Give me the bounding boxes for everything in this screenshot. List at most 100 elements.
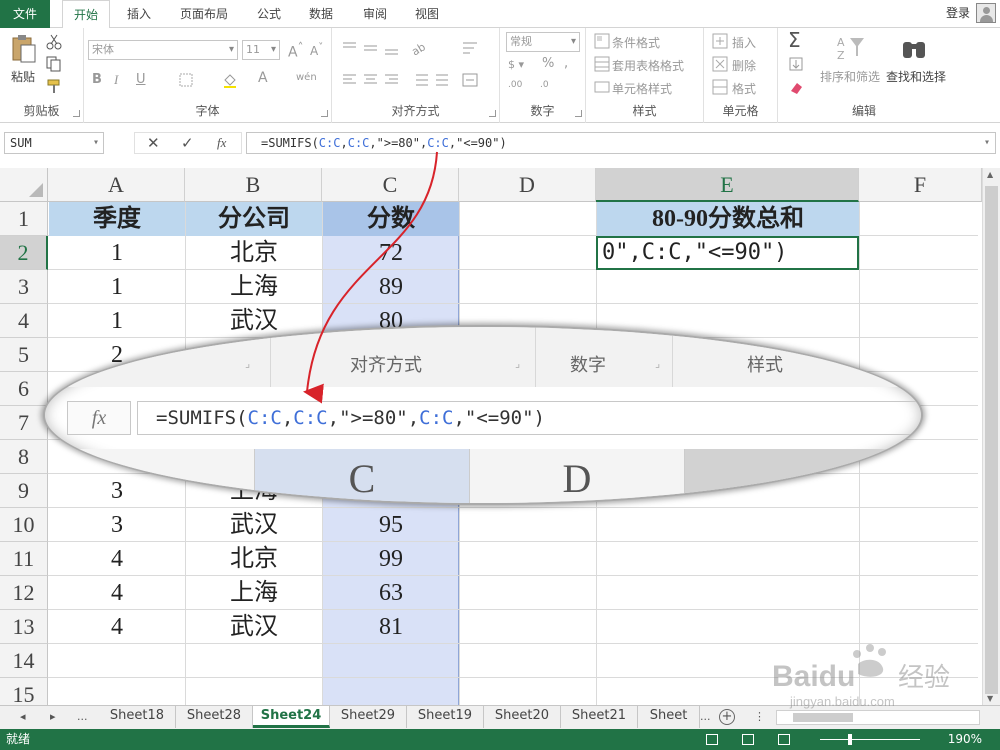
cell-c2[interactable]: 72 bbox=[323, 236, 459, 270]
find-select-icon[interactable] bbox=[900, 34, 928, 62]
shrink-font-icon[interactable]: A˅ bbox=[310, 42, 323, 58]
enter-icon[interactable]: ✓ bbox=[181, 133, 194, 153]
tab-data[interactable]: 数据 bbox=[298, 0, 344, 28]
delete-cells-button[interactable]: 删除 bbox=[732, 57, 756, 74]
sheet-prev-icon[interactable]: ◂ bbox=[20, 708, 26, 726]
italic-icon[interactable]: I bbox=[114, 72, 118, 88]
column-header-c[interactable]: C bbox=[322, 168, 459, 202]
copy-icon[interactable] bbox=[46, 56, 62, 72]
insert-cells-button[interactable]: 插入 bbox=[732, 34, 756, 51]
number-format-dropdown[interactable]: 常规 bbox=[506, 32, 580, 52]
name-box[interactable]: SUM bbox=[4, 132, 104, 154]
cell-c3[interactable]: 89 bbox=[323, 270, 459, 304]
cell-a12[interactable]: 4 bbox=[49, 576, 185, 610]
vertical-scrollbar[interactable] bbox=[982, 168, 1000, 705]
cell-b12[interactable]: 上海 bbox=[186, 576, 322, 610]
decrease-decimal-icon[interactable]: .0 bbox=[540, 80, 549, 90]
alignment-launcher-icon[interactable] bbox=[489, 110, 496, 117]
paste-icon[interactable] bbox=[10, 34, 38, 64]
tab-insert[interactable]: 插入 bbox=[116, 0, 162, 28]
row-header-7[interactable]: 7 bbox=[0, 406, 48, 440]
user-avatar-icon[interactable] bbox=[976, 3, 996, 23]
underline-icon[interactable]: U bbox=[136, 72, 146, 87]
column-header-e[interactable]: E bbox=[596, 168, 859, 202]
clear-icon[interactable] bbox=[788, 80, 804, 96]
cell-e1[interactable]: 80-90分数总和 bbox=[597, 202, 859, 236]
column-header-f[interactable]: F bbox=[859, 168, 982, 202]
fill-color-icon[interactable] bbox=[222, 72, 238, 88]
zoom-level[interactable]: 190% bbox=[948, 729, 982, 750]
page-layout-view-icon[interactable] bbox=[742, 734, 754, 745]
insert-function-icon[interactable]: fx bbox=[217, 133, 226, 153]
sheet-tab-sheet24[interactable]: Sheet24 bbox=[253, 706, 330, 728]
cell-a11[interactable]: 4 bbox=[49, 542, 185, 576]
tab-view[interactable]: 视图 bbox=[404, 0, 450, 28]
font-size-dropdown[interactable]: 11 bbox=[242, 40, 280, 60]
sheet-tab-sheet21[interactable]: Sheet21 bbox=[561, 706, 638, 728]
horizontal-align-icons[interactable] bbox=[342, 72, 402, 88]
cell-a3[interactable]: 1 bbox=[49, 270, 185, 304]
row-header-13[interactable]: 13 bbox=[0, 610, 48, 644]
sheet-tab-sheet20[interactable]: Sheet20 bbox=[484, 706, 561, 728]
tab-review[interactable]: 审阅 bbox=[352, 0, 398, 28]
grow-font-icon[interactable]: A˄ bbox=[288, 40, 303, 61]
sheet-more-right[interactable]: ... bbox=[700, 708, 711, 726]
sort-filter-icon[interactable]: AZ bbox=[836, 34, 866, 62]
format-painter-icon[interactable] bbox=[46, 78, 62, 94]
split-handle-icon[interactable]: ⋮ bbox=[754, 708, 765, 726]
horizontal-scrollbar[interactable] bbox=[776, 710, 980, 725]
row-header-9[interactable]: 9 bbox=[0, 474, 48, 508]
cell-c1[interactable]: 分数 bbox=[323, 202, 459, 236]
paste-label[interactable]: 粘贴 bbox=[11, 68, 35, 85]
normal-view-icon[interactable] bbox=[706, 734, 718, 745]
format-cells-button[interactable]: 格式 bbox=[732, 80, 756, 97]
percent-icon[interactable]: % bbox=[542, 56, 554, 71]
column-header-a[interactable]: A bbox=[48, 168, 185, 202]
font-color-icon[interactable]: A bbox=[258, 70, 268, 86]
row-header-5[interactable]: 5 bbox=[0, 338, 48, 372]
cell-c11[interactable]: 99 bbox=[323, 542, 459, 576]
font-launcher-icon[interactable] bbox=[321, 110, 328, 117]
row-header-6[interactable]: 6 bbox=[0, 372, 48, 406]
login-link[interactable]: 登录 bbox=[946, 0, 970, 26]
bold-icon[interactable]: B bbox=[92, 72, 102, 87]
page-break-view-icon[interactable] bbox=[778, 734, 790, 745]
number-launcher-icon[interactable] bbox=[575, 110, 582, 117]
row-header-15[interactable]: 15 bbox=[0, 678, 48, 705]
border-icon[interactable] bbox=[178, 72, 194, 88]
row-header-14[interactable]: 14 bbox=[0, 644, 48, 678]
row-header-8[interactable]: 8 bbox=[0, 440, 48, 474]
cell-a13[interactable]: 4 bbox=[49, 610, 185, 644]
row-header-11[interactable]: 11 bbox=[0, 542, 48, 576]
fill-icon[interactable] bbox=[788, 56, 804, 72]
cell-a1[interactable]: 季度 bbox=[49, 202, 185, 236]
sheet-tab-sheet28[interactable]: Sheet28 bbox=[176, 706, 253, 728]
orientation-icon[interactable]: ab bbox=[410, 40, 432, 56]
currency-icon[interactable]: $ ▾ bbox=[508, 58, 524, 71]
vertical-scroll-thumb[interactable] bbox=[985, 186, 998, 694]
cell-styles-button[interactable]: 单元格样式 bbox=[612, 80, 672, 97]
cell-b13[interactable]: 武汉 bbox=[186, 610, 322, 644]
zoom-slider-knob[interactable] bbox=[848, 734, 852, 745]
find-select-label[interactable]: 查找和选择 bbox=[886, 68, 946, 85]
horizontal-scroll-thumb[interactable] bbox=[793, 713, 853, 722]
cell-a2[interactable]: 1 bbox=[49, 236, 185, 270]
sheet-more-left[interactable]: ... bbox=[77, 708, 88, 726]
cell-b11[interactable]: 北京 bbox=[186, 542, 322, 576]
increase-decimal-icon[interactable]: .00 bbox=[508, 80, 522, 90]
font-name-dropdown[interactable]: 宋体 bbox=[88, 40, 238, 60]
row-header-4[interactable]: 4 bbox=[0, 304, 48, 338]
tab-formulas[interactable]: 公式 bbox=[246, 0, 292, 28]
vertical-align-icons[interactable] bbox=[342, 40, 402, 56]
indent-icons[interactable] bbox=[412, 72, 452, 88]
cell-c13[interactable]: 81 bbox=[323, 610, 459, 644]
sheet-tab-sheet18[interactable]: Sheet18 bbox=[99, 706, 176, 728]
row-header-10[interactable]: 10 bbox=[0, 508, 48, 542]
cell-a10[interactable]: 3 bbox=[49, 508, 185, 542]
row-header-3[interactable]: 3 bbox=[0, 270, 48, 304]
cell-b10[interactable]: 武汉 bbox=[186, 508, 322, 542]
cell-c12[interactable]: 63 bbox=[323, 576, 459, 610]
table-format-button[interactable]: 套用表格格式 bbox=[612, 57, 684, 74]
autosum-icon[interactable]: Σ bbox=[788, 28, 801, 52]
row-header-1[interactable]: 1 bbox=[0, 202, 48, 236]
